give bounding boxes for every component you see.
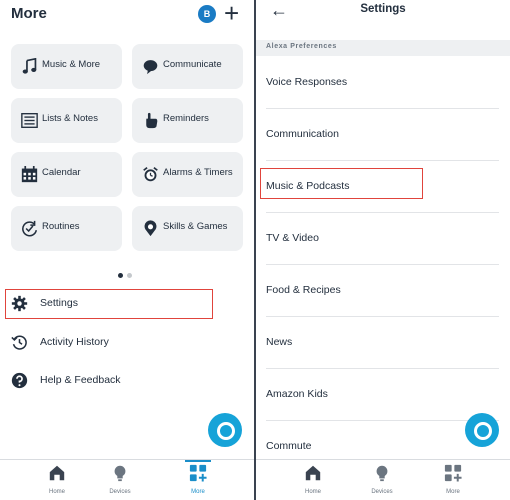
nav-home[interactable]: Home <box>32 464 82 495</box>
settings-item-voice-responses[interactable]: Voice Responses <box>266 56 499 109</box>
settings-item-label: TV & Video <box>266 232 319 244</box>
tile-label: Routines <box>42 221 80 232</box>
menu-item-help-feedback[interactable]: Help & Feedback <box>10 366 210 396</box>
nav-label: Home <box>304 489 321 495</box>
nav-label: Home <box>48 489 65 495</box>
routines-check-icon <box>22 220 38 237</box>
settings-item-tv-video[interactable]: TV & Video <box>266 212 499 265</box>
alexa-icon <box>217 422 235 440</box>
tile-music-more[interactable]: Music & More <box>11 44 122 89</box>
more-grid-icon <box>444 464 462 482</box>
home-icon <box>49 465 65 481</box>
page-dot-active[interactable] <box>118 273 123 278</box>
tile-label: Reminders <box>163 113 209 124</box>
settings-item-label: Food & Recipes <box>266 284 341 296</box>
highlight-box <box>260 168 423 199</box>
section-header-label: Alexa Preferences <box>266 43 337 50</box>
chat-bubble-icon <box>143 60 158 75</box>
music-note-icon <box>22 58 37 74</box>
settings-item-label: News <box>266 336 293 348</box>
settings-item-label: Commute <box>266 440 312 452</box>
nav-more[interactable]: More <box>428 464 478 495</box>
more-grid-icon <box>189 464 207 482</box>
nav-label: More <box>446 489 460 495</box>
tile-label: Skills & Games <box>163 221 228 232</box>
tile-skills-games[interactable]: Skills & Games <box>132 206 243 251</box>
nav-label: Devices <box>109 489 131 495</box>
calendar-icon <box>21 166 38 183</box>
reminder-hand-icon <box>146 112 158 129</box>
active-tab-indicator <box>185 460 211 462</box>
settings-item-food-recipes[interactable]: Food & Recipes <box>266 264 499 317</box>
menu-item-label: Activity History <box>40 336 109 348</box>
settings-item-label: Voice Responses <box>266 76 348 88</box>
page-title: More <box>11 5 47 22</box>
tile-communicate[interactable]: Communicate <box>132 44 243 89</box>
settings-item-label: Communication <box>266 128 339 140</box>
tile-label: Calendar <box>42 167 81 178</box>
tile-reminders[interactable]: Reminders <box>132 98 243 143</box>
section-header: Alexa Preferences <box>256 40 510 56</box>
list-icon <box>21 113 38 128</box>
nav-devices[interactable]: Devices <box>95 464 145 495</box>
nav-more[interactable]: More <box>173 464 223 495</box>
highlight-box <box>5 289 213 319</box>
history-icon <box>11 335 27 350</box>
tile-lists-notes[interactable]: Lists & Notes <box>11 98 122 143</box>
menu-item-activity-history[interactable]: Activity History <box>10 328 210 358</box>
add-icon[interactable]: + <box>224 0 239 28</box>
settings-item-news[interactable]: News <box>266 316 499 369</box>
tile-calendar[interactable]: Calendar <box>11 152 122 197</box>
nav-label: More <box>191 489 205 495</box>
skills-location-icon <box>144 220 157 237</box>
settings-item-communication[interactable]: Communication <box>266 108 499 161</box>
alexa-icon <box>474 422 492 440</box>
settings-item-amazon-kids[interactable]: Amazon Kids <box>266 368 499 421</box>
help-icon <box>11 372 28 389</box>
tile-label: Music & More <box>42 59 101 70</box>
tile-routines[interactable]: Routines <box>11 206 122 251</box>
devices-bulb-icon <box>376 465 388 482</box>
tile-label: Alarms & Timers <box>163 167 233 178</box>
bottom-nav: Home Devices More <box>0 459 254 500</box>
home-icon <box>305 465 321 481</box>
more-screen: More B + Music & More Communicate Lists … <box>0 0 254 500</box>
nav-home[interactable]: Home <box>288 464 338 495</box>
nav-devices[interactable]: Devices <box>357 464 407 495</box>
settings-item-label: Amazon Kids <box>266 388 328 400</box>
page-title: Settings <box>360 3 406 15</box>
alexa-button[interactable] <box>465 413 499 447</box>
alarm-clock-icon <box>143 167 158 182</box>
tile-alarms-timers[interactable]: Alarms & Timers <box>132 152 243 197</box>
tile-label: Communicate <box>163 59 222 70</box>
page-indicator <box>118 265 136 283</box>
nav-label: Devices <box>371 489 393 495</box>
tile-label: Lists & Notes <box>42 113 98 124</box>
page-dot[interactable] <box>127 273 132 278</box>
devices-bulb-icon <box>114 465 126 482</box>
alexa-button[interactable] <box>208 413 242 447</box>
avatar[interactable]: B <box>198 5 216 23</box>
settings-screen: ← Settings Alexa Preferences Voice Respo… <box>256 0 510 500</box>
bottom-nav: Home Devices More <box>256 459 510 500</box>
menu-item-label: Help & Feedback <box>40 374 121 386</box>
